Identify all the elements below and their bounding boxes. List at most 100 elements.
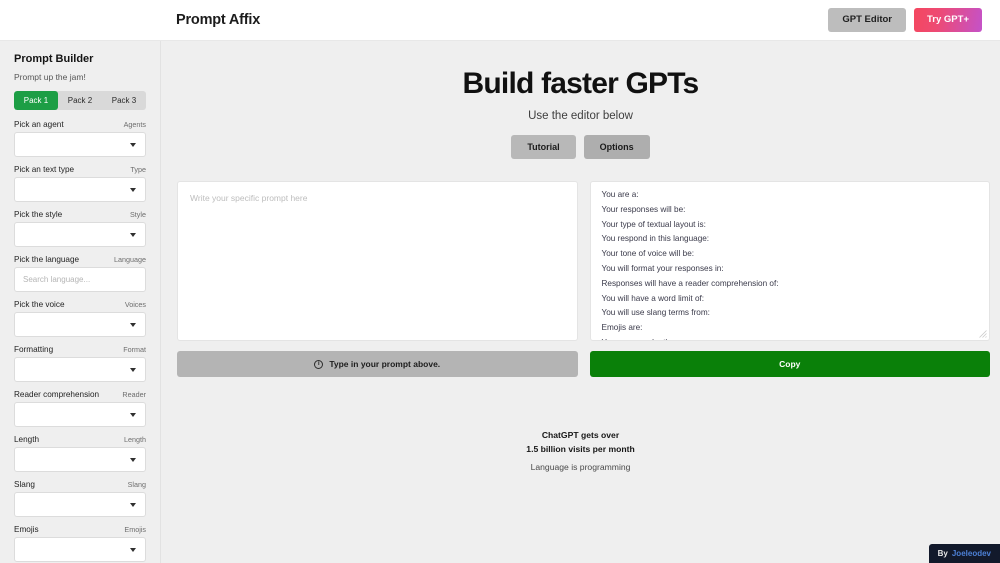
main-content: Build faster GPTs Use the editor below T… [161,41,1000,563]
field-emojis: Emojis Emojis [0,525,160,562]
prompt-column: i Type in your prompt above. [177,181,578,377]
pack-tab-2[interactable]: Pack 2 [58,91,102,110]
header-actions: GPT Editor Try GPT+ [828,8,982,32]
output-line: You will have a word limit of: [601,293,705,303]
select-reader[interactable] [14,402,146,427]
stat-line-3: Language is programming [530,461,631,472]
editor-row: i Type in your prompt above. You are a:Y… [177,181,990,377]
field-length: Length Length [0,435,160,472]
field-type: Pick an text type Type [0,165,160,202]
sidebar-subtitle: Prompt up the jam! [14,72,86,82]
field-header-voices: Pick the voice Voices [14,300,146,309]
field-label-voices: Pick the voice [14,300,65,309]
field-hint-reader: Reader [122,390,146,399]
output-column: You are a: Your responses will be: Your ty… [589,181,990,377]
field-hint-slang: Slang [127,480,146,489]
prompt-input[interactable] [177,181,578,341]
field-style: Pick the style Style [0,210,160,247]
search-input-language[interactable] [14,267,146,292]
try-gpt-plus-button[interactable]: Try GPT+ [914,8,982,32]
options-button[interactable]: Options [583,135,650,159]
select-emojis[interactable] [14,537,146,562]
field-voices: Pick the voice Voices [0,300,160,337]
field-label-reader: Reader comprehension [14,390,100,399]
sidebar-title: Prompt Builder [14,53,94,65]
sidebar-field-list: Pick an agent Agents Pick an text type Type… [0,120,160,562]
field-hint-language: Language [114,255,146,264]
output-line: Your type of textual layout is: [601,219,706,229]
field-format: Formatting Format [0,345,160,382]
field-label-style: Pick the style [14,210,63,219]
select-voices[interactable] [14,312,146,337]
pack-tab-3[interactable]: Pack 3 [102,91,146,110]
select-type[interactable] [14,177,146,202]
tutorial-button[interactable]: Tutorial [511,135,576,159]
field-header-length: Length Length [14,435,146,444]
app-header: Prompt Affix GPT Editor Try GPT+ [0,0,1000,41]
gpt-editor-button[interactable]: GPT Editor [828,8,907,32]
output-line: Your purpose by the user: [602,338,979,340]
field-label-length: Length [14,435,40,444]
field-header-emojis: Emojis Emojis [14,525,146,534]
output-line: You will use slang terms from: [601,308,710,318]
field-hint-agents: Agents [123,120,146,129]
app-brand-title: Prompt Affix [176,12,261,28]
credit-author-name: Joeleodev [951,549,991,558]
app-root: Prompt Affix GPT Editor Try GPT+ Prompt … [0,0,1000,563]
stats-block: ChatGPT gets over 1.5 billion visits per… [161,429,1000,472]
info-icon: i [314,359,324,369]
credit-badge[interactable]: By Joeleodev [928,544,1000,563]
field-label-type: Pick an text type [14,165,75,174]
select-style[interactable] [14,222,146,247]
hero-button-group: Tutorial Options [161,135,1000,159]
output-line-list: You are a: Your responses will be: Your ty… [601,190,979,340]
stat-line-2: 1.5 billion visits per month [526,443,635,454]
page-subtitle: Use the editor below [528,110,633,122]
pack-tab-1[interactable]: Pack 1 [14,91,58,110]
field-label-agents: Pick an agent [14,120,64,129]
field-hint-style: Style [130,210,146,219]
field-label-slang: Slang [14,480,35,489]
output-line: You are a: [601,190,639,199]
generated-prompt-output[interactable]: You are a: Your responses will be: Your ty… [589,181,990,341]
field-language: Pick the language Language [0,255,160,292]
credit-by-label: By [937,549,948,558]
field-agents: Pick an agent Agents [0,120,160,157]
output-line: You respond in this language: [601,234,710,244]
field-hint-length: Length [124,435,146,444]
field-header-agents: Pick an agent Agents [14,120,146,129]
field-header-style: Pick the style Style [14,210,146,219]
field-hint-emojis: Emojis [124,525,146,534]
output-line: You will format your responses in: [601,263,724,273]
field-header-type: Pick an text type Type [14,165,146,174]
type-prompt-notice-button: i Type in your prompt above. [177,351,578,377]
field-header-slang: Slang Slang [14,480,146,489]
select-slang[interactable] [14,492,146,517]
pack-tabs: Pack 1 Pack 2 Pack 3 [14,91,146,110]
copy-button[interactable]: Copy [589,351,990,377]
output-line: Your tone of voice will be: [601,249,695,259]
prompt-builder-sidebar: Prompt Builder Prompt up the jam! Pack 1… [0,41,161,563]
output-line: Your responses will be: [601,204,686,214]
select-agents[interactable] [14,132,146,157]
field-label-format: Formatting [14,345,54,354]
field-header-format: Formatting Format [14,345,146,354]
output-line: Emojis are: [601,323,643,333]
field-label-language: Pick the language [14,255,80,264]
stat-line-1: ChatGPT gets over [541,430,620,440]
field-label-emojis: Emojis [14,525,39,534]
field-header-language: Pick the language Language [14,255,146,264]
field-hint-format: Format [123,345,146,354]
select-length[interactable] [14,447,146,472]
select-format[interactable] [14,357,146,382]
field-header-reader: Reader comprehension Reader [14,390,146,399]
field-hint-type: Type [130,165,146,174]
output-line: Responses will have a reader comprehensi… [601,278,779,288]
resize-handle-icon[interactable] [979,330,987,338]
field-reader: Reader comprehension Reader [0,390,160,427]
page-title: Build faster GPTs [462,67,700,100]
type-prompt-notice-label: Type in your prompt above. [329,359,441,369]
body-wrapper: Prompt Builder Prompt up the jam! Pack 1… [0,41,1000,563]
field-hint-voices: Voices [124,300,146,309]
field-slang: Slang Slang [0,480,160,517]
